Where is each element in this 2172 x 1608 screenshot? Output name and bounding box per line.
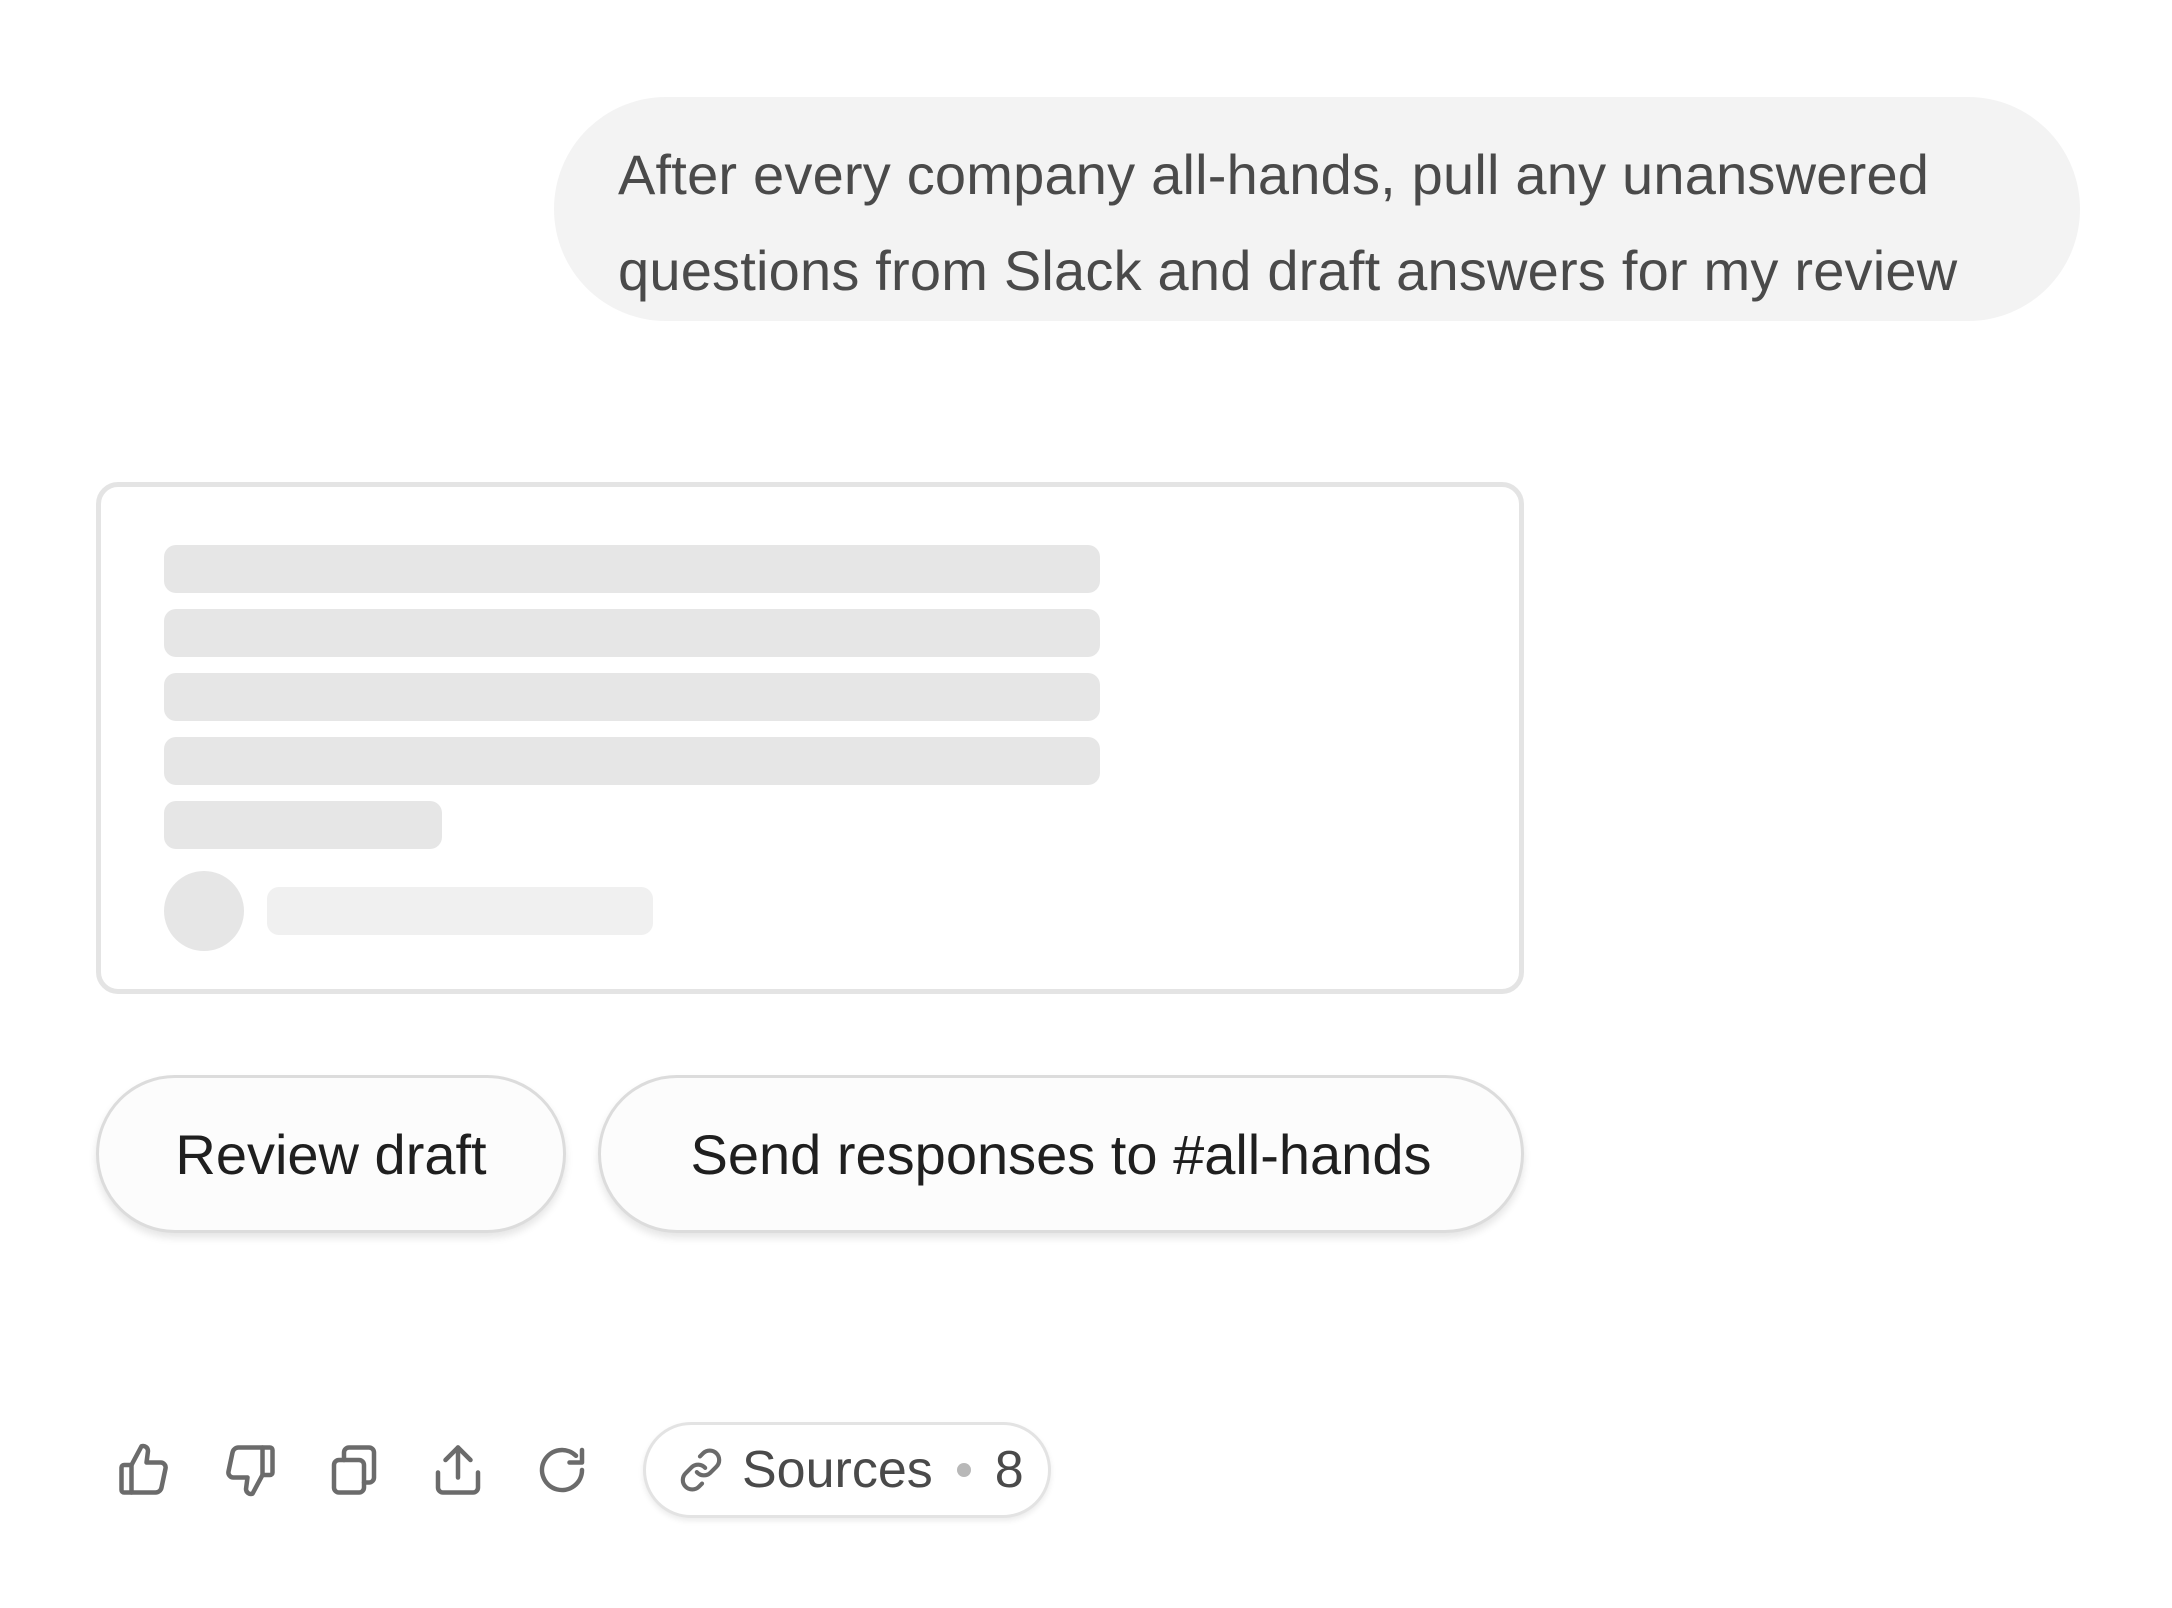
skeleton-line [164, 609, 1100, 657]
sources-label: Sources [742, 1441, 933, 1499]
skeleton-meta-line [267, 887, 653, 935]
review-draft-button[interactable]: Review draft [96, 1075, 566, 1233]
skeleton-line [164, 737, 1100, 785]
skeleton-avatar [164, 871, 244, 951]
loading-skeleton-card [96, 482, 1524, 994]
sources-button[interactable]: Sources 8 [643, 1422, 1051, 1518]
send-responses-button[interactable]: Send responses to #all-hands [598, 1075, 1524, 1233]
link-icon [680, 1448, 722, 1492]
retry-icon[interactable] [532, 1440, 592, 1500]
share-icon[interactable] [428, 1440, 488, 1500]
skeleton-line-short [164, 801, 442, 849]
user-message-bubble: After every company all-hands, pull any … [554, 97, 2080, 321]
thumbs-up-icon[interactable] [114, 1440, 174, 1500]
review-draft-label: Review draft [175, 1122, 487, 1186]
send-responses-label: Send responses to #all-hands [690, 1122, 1432, 1186]
skeleton-line [164, 673, 1100, 721]
skeleton-line [164, 545, 1100, 593]
thumbs-down-icon[interactable] [220, 1440, 280, 1500]
copy-icon[interactable] [324, 1440, 384, 1500]
user-message-text: After every company all-hands, pull any … [618, 143, 1958, 302]
separator-dot [956, 1463, 971, 1477]
sources-count: 8 [994, 1441, 1024, 1499]
